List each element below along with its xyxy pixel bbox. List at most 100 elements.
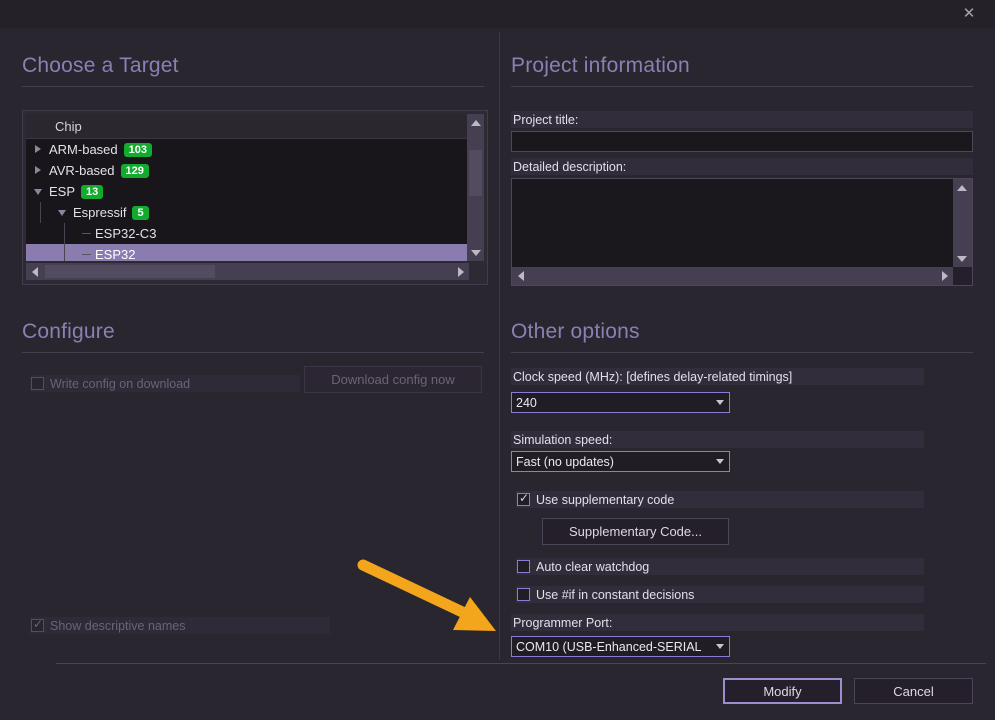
footer-divider xyxy=(56,663,986,664)
tree-leaf-connector xyxy=(82,254,91,255)
write-config-on-download-checkbox-row[interactable]: Write config on download xyxy=(30,375,300,392)
tree-row[interactable]: ESP32 xyxy=(26,244,469,261)
tree-row-count-badge: 129 xyxy=(120,163,149,178)
close-icon[interactable]: ✕ xyxy=(949,0,989,26)
tree-leaf-connector xyxy=(82,233,91,234)
project-title-label: Project title: xyxy=(511,111,973,128)
tree-row[interactable]: Espressif 5 xyxy=(26,202,469,223)
show-descriptive-names-checkbox-row[interactable]: Show descriptive names xyxy=(30,617,330,634)
chevron-down-icon[interactable] xyxy=(710,393,729,412)
description-vscrollbar[interactable] xyxy=(953,179,972,267)
other-options-rule xyxy=(511,352,973,354)
auto-clear-watchdog-label: Auto clear watchdog xyxy=(536,559,650,574)
tree-row[interactable]: ESP32-C3 xyxy=(26,223,469,244)
modify-button[interactable]: Modify xyxy=(723,678,842,704)
description-scroll-right-icon[interactable] xyxy=(936,267,953,284)
use-if-constant-decisions-label: Use #if in constant decisions xyxy=(536,587,695,602)
target-settings-dialog: ✕ Choose a Target Chip ARM-based 103 AVR-b… xyxy=(0,0,995,720)
tree-row-label: AVR-based xyxy=(49,163,115,178)
tree-row-count-badge: 13 xyxy=(81,184,104,199)
description-scroll-left-icon[interactable] xyxy=(512,267,529,284)
chip-tree-vscroll-thumb[interactable] xyxy=(469,150,482,196)
choose-target-title: Choose a Target xyxy=(22,54,179,77)
tree-collapse-icon[interactable] xyxy=(58,208,67,217)
scroll-up-icon[interactable] xyxy=(467,114,484,131)
tree-guide-line xyxy=(40,202,41,223)
use-if-constant-decisions-checkbox[interactable] xyxy=(517,588,530,601)
cancel-button[interactable]: Cancel xyxy=(854,678,973,704)
tree-collapse-icon[interactable] xyxy=(34,187,43,196)
other-options-title: Other options xyxy=(511,320,640,343)
simulation-speed-value: Fast (no updates) xyxy=(516,454,614,469)
tree-row[interactable]: AVR-based 129 xyxy=(26,160,469,181)
write-config-label: Write config on download xyxy=(50,376,191,391)
scroll-left-icon[interactable] xyxy=(26,263,43,280)
programmer-port-combobox[interactable]: COM10 (USB-Enhanced-SERIAL xyxy=(511,636,730,657)
show-descriptive-names-checkbox[interactable] xyxy=(31,617,44,632)
detailed-description-input[interactable] xyxy=(512,179,953,267)
other-options-section: Other options xyxy=(511,320,973,354)
use-supplementary-code-label: Use supplementary code xyxy=(536,492,675,507)
tree-row-label: ESP32-C3 xyxy=(95,226,157,241)
project-information-title: Project information xyxy=(511,54,690,77)
clock-speed-label: Clock speed (MHz): [defines delay-relate… xyxy=(511,368,924,385)
simulation-speed-label: Simulation speed: xyxy=(511,431,924,448)
use-supplementary-code-checkbox[interactable] xyxy=(517,491,530,506)
choose-target-rule xyxy=(22,86,484,88)
dialog-titlebar: ✕ xyxy=(0,0,995,28)
tree-row-count-badge: 5 xyxy=(132,205,149,220)
chip-tree[interactable]: Chip ARM-based 103 AVR-based 129 ESP 13 Espres… xyxy=(22,110,488,285)
chip-tree-hscroll-thumb[interactable] xyxy=(45,265,215,278)
use-if-constant-decisions-checkbox-row[interactable]: Use #if in constant decisions xyxy=(516,586,924,603)
simulation-speed-combobox[interactable]: Fast (no updates) xyxy=(511,451,730,472)
detailed-description-box[interactable] xyxy=(511,178,973,286)
chevron-down-icon[interactable] xyxy=(710,637,729,656)
tree-row-count-badge: 103 xyxy=(123,142,152,157)
description-scroll-up-icon[interactable] xyxy=(953,179,972,196)
dialog-body: Choose a Target Chip ARM-based 103 AVR-bas… xyxy=(8,28,987,663)
project-information-section: Project information xyxy=(511,54,973,88)
tree-expand-icon[interactable] xyxy=(34,166,43,175)
scroll-right-icon[interactable] xyxy=(452,263,469,280)
chip-tree-vscrollbar[interactable] xyxy=(467,114,484,261)
clock-speed-combobox[interactable]: 240 xyxy=(511,392,730,413)
download-config-now-button[interactable]: Download config now xyxy=(304,366,482,393)
chip-tree-column-header: Chip xyxy=(26,114,469,139)
supplementary-code-button[interactable]: Supplementary Code... xyxy=(542,518,729,545)
tree-guide-line xyxy=(64,244,65,261)
tree-row[interactable]: ESP 13 xyxy=(26,181,469,202)
auto-clear-watchdog-checkbox-row[interactable]: Auto clear watchdog xyxy=(516,558,924,575)
configure-rule xyxy=(22,352,484,354)
clock-speed-value: 240 xyxy=(516,395,537,410)
auto-clear-watchdog-checkbox[interactable] xyxy=(517,560,530,573)
tree-row-label: ESP32 xyxy=(95,247,136,261)
configure-title: Configure xyxy=(22,320,115,343)
description-hscrollbar[interactable] xyxy=(512,267,953,285)
chip-tree-viewport[interactable]: Chip ARM-based 103 AVR-based 129 ESP 13 Espres… xyxy=(26,114,469,261)
configure-section: Configure xyxy=(22,320,484,354)
tree-row-label: ESP xyxy=(49,184,76,199)
scrollbar-corner xyxy=(953,267,972,285)
panel-divider xyxy=(499,32,500,660)
project-information-rule xyxy=(511,86,973,88)
right-panel: Project information Project title: Detai… xyxy=(504,28,982,657)
use-supplementary-code-checkbox-row[interactable]: Use supplementary code xyxy=(516,491,924,508)
tree-row[interactable]: ARM-based 103 xyxy=(26,139,469,160)
detailed-description-label: Detailed description: xyxy=(511,158,973,175)
show-descriptive-names-label: Show descriptive names xyxy=(50,618,186,633)
scroll-down-icon[interactable] xyxy=(467,244,484,261)
tree-guide-line xyxy=(64,223,65,244)
chip-tree-rows: ARM-based 103 AVR-based 129 ESP 13 Espressif 5 E… xyxy=(26,139,469,261)
description-scroll-down-icon[interactable] xyxy=(953,250,972,267)
chevron-down-icon[interactable] xyxy=(710,452,729,471)
tree-expand-icon[interactable] xyxy=(34,145,43,154)
programmer-port-value: COM10 (USB-Enhanced-SERIAL xyxy=(516,639,702,654)
tree-row-label: Espressif xyxy=(73,205,127,220)
chip-tree-hscrollbar[interactable] xyxy=(26,263,469,280)
left-panel: Choose a Target Chip ARM-based 103 AVR-bas… xyxy=(14,28,492,656)
write-config-checkbox[interactable] xyxy=(31,377,44,390)
choose-target-section: Choose a Target xyxy=(22,54,484,88)
programmer-port-label: Programmer Port: xyxy=(511,614,924,631)
project-title-input[interactable] xyxy=(511,131,973,152)
tree-row-label: ARM-based xyxy=(49,142,118,157)
